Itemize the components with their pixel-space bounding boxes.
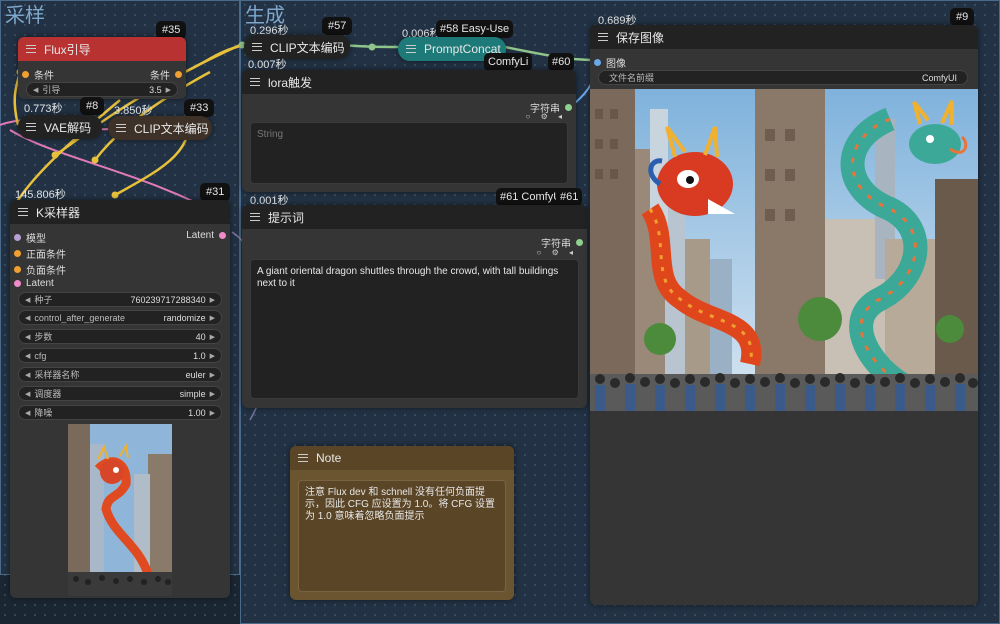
node-id-badge: #33	[184, 99, 215, 117]
node-id-badge: #57	[322, 17, 353, 35]
node-title: K采样器	[36, 205, 81, 220]
input-slot-negative[interactable]: 负面条件	[14, 262, 66, 277]
input-slot-latent[interactable]: Latent	[14, 278, 54, 289]
lora-trigger-header[interactable]: lora触发	[242, 70, 576, 94]
node-title: 保存图像	[616, 30, 665, 45]
node-id-badge: #8	[80, 97, 105, 115]
prompt-node[interactable]: 提示词 字符串 ○ ⚙ ◂ A giant oriental dragon sh…	[242, 205, 587, 408]
note-textarea[interactable]: 注意 Flux dev 和 schnell 没有任何负面提示，因此 CFG 应设…	[298, 480, 506, 592]
node-title: CLIP文本编码	[134, 121, 209, 136]
node-title: Flux引导	[44, 42, 91, 57]
input-slot-positive[interactable]: 正面条件	[14, 246, 66, 261]
widget-toolbar-icons[interactable]: ○ ⚙ ◂	[526, 112, 566, 121]
cfg-widget[interactable]: ◀ cfg 1.0 ▶	[18, 348, 222, 363]
seed-widget[interactable]: ◀ 种子 760239717288340 ▶	[18, 292, 222, 307]
menu-icon[interactable]	[26, 123, 36, 131]
widget-toolbar-icons[interactable]: ○ ⚙ ◂	[537, 248, 577, 257]
node-id-badge: #58 Easy-Use	[436, 20, 514, 38]
node-title: 提示词	[268, 210, 305, 225]
menu-icon[interactable]	[250, 213, 260, 221]
save-image-header[interactable]: 保存图像	[590, 25, 978, 49]
menu-icon[interactable]	[298, 454, 308, 462]
lora-trigger-textarea[interactable]: String	[250, 122, 568, 184]
ksampler-header[interactable]: K采样器	[10, 200, 230, 224]
generated-image	[590, 89, 978, 411]
prompt-textarea[interactable]: A giant oriental dragon shuttles through…	[250, 259, 579, 399]
node-id-badge-secondary: #60	[548, 53, 575, 71]
save-image-node[interactable]: 保存图像 图像 文件名前缀 ComfyUI	[590, 25, 978, 605]
control-after-generate-widget[interactable]: ◀ control_after_generate randomize ▶	[18, 310, 222, 325]
steps-widget[interactable]: ◀ 步数 40 ▶	[18, 329, 222, 344]
menu-icon[interactable]	[598, 33, 608, 41]
sampler-name-widget[interactable]: ◀ 采样器名称 euler ▶	[18, 367, 222, 382]
node-id-badge: #9	[950, 8, 975, 26]
ksampler-node[interactable]: K采样器 模型 正面条件 负面条件 Latent Latent ◀ 种子 76023…	[10, 200, 230, 598]
vae-decode-node[interactable]: VAE解码	[18, 115, 102, 139]
output-slot-conditioning[interactable]: 条件	[150, 67, 182, 82]
node-id-badge: #60ComfyLi	[484, 53, 533, 71]
flux-guidance-node[interactable]: Flux引导 条件 条件 ◀ 引导 3.5 ▶	[18, 37, 186, 99]
node-id-badge: #31	[200, 183, 231, 201]
node-title: lora触发	[268, 75, 313, 90]
denoise-widget[interactable]: ◀ 降噪 1.00 ▶	[18, 405, 222, 420]
input-slot-image[interactable]: 图像	[594, 55, 626, 70]
menu-icon[interactable]	[26, 45, 36, 53]
filename-prefix-widget[interactable]: 文件名前缀 ComfyUI	[598, 70, 968, 85]
node-title: CLIP文本编码	[270, 40, 345, 55]
node-id-badge-secondary: #61	[556, 188, 583, 206]
note-node[interactable]: Note 注意 Flux dev 和 schnell 没有任何负面提示，因此 C…	[290, 446, 514, 600]
note-header[interactable]: Note	[290, 446, 514, 470]
menu-icon[interactable]	[252, 43, 262, 51]
node-title: VAE解码	[44, 120, 92, 135]
preview-image	[68, 424, 172, 596]
scheduler-widget[interactable]: ◀ 调度器 simple ▶	[18, 386, 222, 401]
menu-icon[interactable]	[250, 78, 260, 86]
lora-trigger-node[interactable]: lora触发 字符串 ○ ⚙ ◂ String	[242, 70, 576, 192]
timing-label: 0.773秒	[24, 103, 63, 115]
guidance-widget[interactable]: ◀ 引导 3.5 ▶	[26, 82, 178, 97]
node-title: Note	[316, 451, 342, 465]
clip-text-encode-node-33[interactable]: CLIP文本编码	[108, 116, 212, 140]
flux-guidance-header[interactable]: Flux引导	[18, 37, 186, 61]
menu-icon[interactable]	[116, 124, 126, 132]
output-slot-latent[interactable]: Latent	[186, 230, 226, 241]
prompt-header[interactable]: 提示词	[242, 205, 587, 229]
input-slot-model[interactable]: 模型	[14, 230, 46, 245]
input-slot-conditioning[interactable]: 条件	[22, 67, 54, 82]
menu-icon[interactable]	[406, 45, 416, 53]
menu-icon[interactable]	[18, 208, 28, 216]
